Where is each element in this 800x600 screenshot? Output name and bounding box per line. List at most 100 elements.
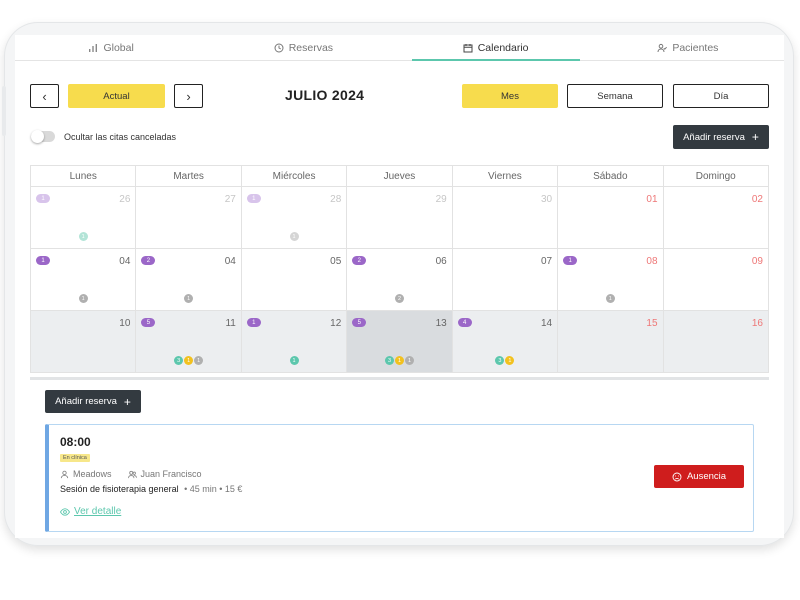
- booking-count-badge: 2: [352, 256, 367, 265]
- calendar-day[interactable]: 30: [451, 187, 558, 249]
- panel-add-booking-label: Añadir reserva: [55, 396, 117, 407]
- patient-name: Juan Francisco: [140, 469, 202, 479]
- day-number: 05: [330, 256, 342, 267]
- calendar-day[interactable]: 14 4 3 1: [451, 311, 558, 373]
- calendar-day[interactable]: 27: [135, 187, 241, 249]
- day-number: 08: [646, 256, 658, 267]
- day-number: 02: [751, 194, 763, 205]
- day-number: 04: [224, 256, 236, 267]
- day-number: 11: [225, 318, 236, 329]
- status-dots: 31: [453, 356, 557, 365]
- status-dot-teal: 3: [174, 356, 184, 365]
- tab-reservas[interactable]: Reservas: [207, 35, 399, 60]
- bar-chart-icon: [89, 43, 98, 52]
- hide-cancelled-toggle[interactable]: [31, 130, 55, 143]
- calendar-day[interactable]: 01: [557, 187, 663, 249]
- status-dot-grey: 1: [289, 232, 299, 241]
- absence-button[interactable]: Ausencia: [654, 465, 744, 488]
- session-line: Sesión de fisioterapia general • 45 min …: [60, 484, 242, 494]
- calendar-day[interactable]: 07: [451, 249, 558, 311]
- calendar-day[interactable]: 08 1 1: [557, 249, 663, 311]
- absence-label: Ausencia: [686, 471, 727, 482]
- plus-icon: +: [123, 394, 131, 409]
- weekday-label: Viernes: [451, 166, 557, 186]
- status-dot-teal: 3: [384, 356, 394, 365]
- tab-pacientes-label: Pacientes: [672, 41, 719, 54]
- calendar-day[interactable]: 28 1 1: [240, 187, 347, 249]
- status-dot-grey: 2: [394, 294, 404, 303]
- weekday-label: Miércoles: [240, 166, 346, 186]
- status-dot-teal: 3: [495, 356, 505, 365]
- calendar-day[interactable]: 16: [662, 311, 769, 373]
- add-booking-button[interactable]: Añadir reserva +: [673, 125, 769, 149]
- day-number: 10: [119, 318, 131, 329]
- tab-global[interactable]: Global: [15, 35, 207, 60]
- weekday-label: Lunes: [69, 170, 97, 182]
- main-tabs: Global Reservas Calendario Pacientes: [15, 35, 784, 61]
- status-dots: 1: [31, 232, 135, 241]
- booking-count-badge: 1: [36, 194, 50, 203]
- booking-count-badge: 4: [457, 318, 472, 327]
- view-detail-label: Ver detalle: [74, 506, 122, 517]
- location-tag: En clínica: [60, 454, 90, 462]
- status-dot-yellow: 1: [394, 356, 404, 365]
- clock-icon: [274, 43, 284, 52]
- tab-calendario[interactable]: Calendario: [400, 35, 592, 61]
- prev-month-button[interactable]: ‹: [30, 84, 59, 108]
- calendar-day[interactable]: 13 5 3 1 1: [346, 311, 452, 373]
- calendar-day[interactable]: 10: [30, 311, 136, 373]
- status-dots: 1: [558, 294, 662, 303]
- day-number: 30: [540, 194, 553, 205]
- status-dots: 1: [242, 232, 346, 241]
- appointment-time: 08:00: [60, 435, 91, 449]
- toggle-knob: [31, 130, 44, 143]
- day-number: 29: [435, 194, 447, 205]
- calendar-day[interactable]: 02: [662, 187, 769, 249]
- booking-count-badge: 1: [246, 194, 261, 203]
- status-dot-teal: 1: [78, 232, 88, 241]
- today-button[interactable]: Actual: [68, 84, 165, 108]
- status-dot-yellow: 1: [505, 356, 515, 365]
- calendar-day[interactable]: 15: [557, 311, 663, 373]
- day-number: 04: [119, 256, 131, 267]
- appointment-card[interactable]: 08:00 En clínica Meadows Juan Francisco …: [45, 424, 754, 532]
- booking-count-badge: 1: [246, 318, 261, 327]
- calendar-day[interactable]: 29: [346, 187, 452, 249]
- calendar-day[interactable]: 04 2 1: [135, 249, 241, 311]
- calendar-day[interactable]: 06 2 2: [346, 249, 452, 311]
- next-month-button[interactable]: ›: [174, 84, 203, 108]
- weekday-label: Sábado: [557, 166, 662, 186]
- calendar-day[interactable]: 26 1 1: [30, 187, 136, 249]
- view-week-button[interactable]: Semana: [567, 84, 663, 108]
- tab-global-label: Global: [103, 41, 134, 54]
- day-number: 09: [751, 256, 763, 267]
- tab-reservas-label: Reservas: [288, 41, 334, 54]
- view-month-button[interactable]: Mes: [462, 84, 558, 108]
- status-dot-teal: 1: [289, 356, 299, 365]
- booking-count-badge: 1: [36, 256, 50, 265]
- day-number: 07: [540, 256, 553, 267]
- calendar-weeks: 26 1 1 27 28 1 1 29 30 01 02 04 1 1 04 2 1 05 06 2 2 07 08 1 1 09…: [30, 187, 769, 373]
- calendar-day[interactable]: 12 1 1: [240, 311, 347, 373]
- view-day-button[interactable]: Día: [673, 84, 769, 108]
- calendar-day[interactable]: 04 1 1: [30, 249, 136, 311]
- status-dots: 2: [347, 294, 451, 303]
- panel-add-booking-button[interactable]: Añadir reserva +: [45, 390, 141, 413]
- calendar-week: 04 1 1 04 2 1 05 06 2 2 07 08 1 1 09: [30, 249, 769, 311]
- day-number: 15: [646, 318, 658, 329]
- weekday-label: Martes: [135, 166, 240, 186]
- calendar-day[interactable]: 09: [662, 249, 769, 311]
- booking-count-badge: 5: [141, 318, 156, 327]
- status-dots: 1: [136, 294, 240, 303]
- app-screen: Global Reservas Calendario Pacientes ‹ A…: [15, 35, 784, 538]
- calendar-day[interactable]: 05: [240, 249, 347, 311]
- eye-icon: [60, 507, 70, 516]
- month-title: JULIO 2024: [285, 87, 365, 103]
- view-detail-link[interactable]: Ver detalle: [60, 506, 121, 517]
- calendar-day[interactable]: 11 5 3 1 1: [135, 311, 241, 373]
- day-number: 16: [751, 318, 763, 329]
- booking-count-badge: 2: [141, 256, 156, 265]
- user-icon: [60, 470, 69, 478]
- tab-pacientes[interactable]: Pacientes: [592, 35, 784, 60]
- hide-cancelled-label: Ocultar las citas canceladas: [64, 132, 177, 142]
